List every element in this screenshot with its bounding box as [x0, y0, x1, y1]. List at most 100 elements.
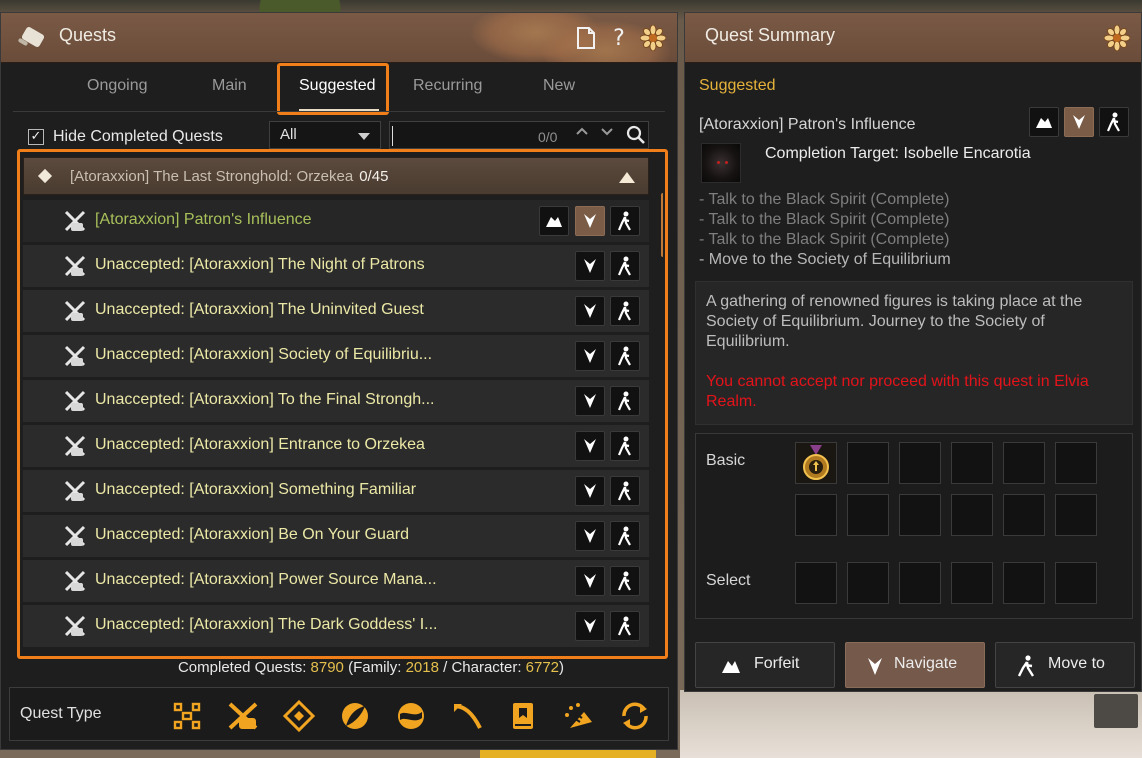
- book-quest-icon[interactable]: [506, 700, 540, 732]
- quest-row[interactable]: Unaccepted: [Atoraxxion] Entrance to Orz…: [23, 425, 649, 467]
- search-icon[interactable]: [626, 125, 646, 145]
- auto-move-button[interactable]: [610, 296, 640, 326]
- forfeit-action-button[interactable]: Forfeit: [695, 642, 835, 688]
- quest-warning: You cannot accept nor proceed with this …: [706, 373, 1089, 410]
- quest-summary-header[interactable]: Quest Summary: [685, 13, 1141, 63]
- tab-recurring[interactable]: Recurring: [413, 77, 482, 95]
- category-dropdown-value: All: [280, 126, 297, 143]
- summary-quest-title: [Atoraxxion] Patron's Influence: [699, 116, 916, 133]
- repeat-quest-icon[interactable]: [618, 700, 652, 732]
- quest-scroll-icon: [64, 525, 86, 547]
- all-types-icon[interactable]: [170, 700, 204, 732]
- quest-type-bar: Quest Type: [9, 687, 669, 741]
- navigate-button[interactable]: [575, 431, 605, 461]
- adventure-quest-icon[interactable]: [562, 700, 596, 732]
- move-to-action-button[interactable]: Move to: [995, 642, 1135, 688]
- navigate-action-button[interactable]: Navigate: [845, 642, 985, 688]
- quest-description-box: A gathering of renowned figures is takin…: [695, 281, 1133, 425]
- navigate-button[interactable]: [575, 566, 605, 596]
- reward-slot[interactable]: [1003, 494, 1045, 536]
- hide-completed-checkbox[interactable]: ✓: [28, 129, 44, 145]
- reward-slot[interactable]: [951, 494, 993, 536]
- select-reward-slot[interactable]: [1055, 562, 1097, 604]
- reward-slot[interactable]: [847, 442, 889, 484]
- reward-slot[interactable]: [899, 442, 941, 484]
- navigate-button[interactable]: [575, 206, 605, 236]
- auto-move-button[interactable]: [610, 431, 640, 461]
- quest-row[interactable]: Unaccepted: [Atoraxxion] The Night of Pa…: [23, 245, 649, 287]
- auto-move-button[interactable]: [610, 476, 640, 506]
- reward-slot[interactable]: [1055, 442, 1097, 484]
- quests-window-header[interactable]: Quests ?: [1, 13, 677, 63]
- quest-row[interactable]: Unaccepted: [Atoraxxion] Something Famil…: [23, 470, 649, 512]
- reward-slot[interactable]: [847, 494, 889, 536]
- auto-move-icon: [1017, 655, 1035, 677]
- forfeit-button[interactable]: [539, 206, 569, 236]
- quest-name: [Atoraxxion] Patron's Influence: [95, 211, 312, 228]
- quest-search-input[interactable]: 0/0: [389, 121, 649, 149]
- auto-move-button[interactable]: [610, 521, 640, 551]
- quest-row[interactable]: Unaccepted: [Atoraxxion] Power Source Ma…: [23, 560, 649, 602]
- quests-window-title: Quests: [59, 25, 117, 45]
- navigate-button[interactable]: [575, 341, 605, 371]
- forfeit-icon: [722, 661, 740, 673]
- reward-slot[interactable]: [1003, 442, 1045, 484]
- reward-slot[interactable]: [951, 442, 993, 484]
- navigate-button[interactable]: [575, 521, 605, 551]
- tab-new[interactable]: New: [543, 77, 575, 95]
- combat-quest-icon[interactable]: [450, 700, 484, 732]
- reward-slot[interactable]: [899, 494, 941, 536]
- life-skill-quest-icon[interactable]: [338, 700, 372, 732]
- reward-slot[interactable]: [795, 442, 837, 484]
- auto-move-button[interactable]: [1099, 107, 1129, 137]
- reward-slot[interactable]: [795, 494, 837, 536]
- quest-name: Unaccepted: [Atoraxxion] To the Final St…: [95, 391, 435, 408]
- navigate-button[interactable]: [575, 611, 605, 641]
- navigate-button[interactable]: [575, 296, 605, 326]
- game-background-ground: [680, 690, 1142, 758]
- quest-row[interactable]: Unaccepted: [Atoraxxion] The Uninvited G…: [23, 290, 649, 332]
- auto-move-button[interactable]: [610, 566, 640, 596]
- rewards-box: Basic Select: [695, 433, 1133, 619]
- quest-row[interactable]: Unaccepted: [Atoraxxion] The Dark Goddes…: [23, 605, 649, 647]
- help-icon[interactable]: ?: [605, 23, 633, 53]
- forfeit-label: Forfeit: [754, 655, 800, 672]
- quest-row[interactable]: Unaccepted: [Atoraxxion] Be On Your Guar…: [23, 515, 649, 557]
- quest-list-scrollbar[interactable]: [661, 193, 663, 257]
- select-reward-slot[interactable]: [847, 562, 889, 604]
- auto-move-button[interactable]: [610, 251, 640, 281]
- diamond-quest-icon[interactable]: [282, 700, 316, 732]
- tab-ongoing[interactable]: Ongoing: [87, 77, 148, 95]
- select-reward-slot[interactable]: [899, 562, 941, 604]
- select-reward-slot[interactable]: [795, 562, 837, 604]
- exploration-quest-icon[interactable]: [394, 700, 428, 732]
- black-spirit-quest-icon[interactable]: [226, 700, 260, 732]
- auto-move-button[interactable]: [610, 341, 640, 371]
- auto-move-button[interactable]: [610, 611, 640, 641]
- select-rewards-label: Select: [706, 572, 751, 589]
- document-icon[interactable]: [572, 23, 600, 53]
- select-reward-slot[interactable]: [1003, 562, 1045, 604]
- quest-row[interactable]: Unaccepted: [Atoraxxion] To the Final St…: [23, 380, 649, 422]
- collapse-triangle-icon[interactable]: [619, 172, 635, 183]
- select-reward-slot[interactable]: [951, 562, 993, 604]
- auto-move-button[interactable]: [610, 206, 640, 236]
- chevron-down-icon[interactable]: [600, 124, 614, 142]
- quest-scroll-icon: [64, 345, 86, 367]
- navigate-button[interactable]: [575, 476, 605, 506]
- navigate-button[interactable]: [575, 386, 605, 416]
- quest-row[interactable]: Unaccepted: [Atoraxxion] Society of Equi…: [23, 335, 649, 377]
- auto-move-button[interactable]: [610, 386, 640, 416]
- settings-flower-icon[interactable]: [1103, 23, 1131, 53]
- hide-completed-label[interactable]: Hide Completed Quests: [53, 128, 223, 146]
- navigate-button[interactable]: [575, 251, 605, 281]
- reward-slot[interactable]: [1055, 494, 1097, 536]
- category-dropdown[interactable]: All: [269, 121, 381, 149]
- tab-main[interactable]: Main: [212, 77, 247, 95]
- quest-group-header[interactable]: [Atoraxxion] The Last Stronghold: Orzeke…: [23, 157, 649, 195]
- chevron-up-icon[interactable]: [575, 124, 589, 142]
- forfeit-button[interactable]: [1029, 107, 1059, 137]
- quest-row[interactable]: [Atoraxxion] Patron's Influence: [23, 200, 649, 242]
- navigate-button[interactable]: [1064, 107, 1094, 137]
- settings-flower-icon[interactable]: [639, 23, 667, 53]
